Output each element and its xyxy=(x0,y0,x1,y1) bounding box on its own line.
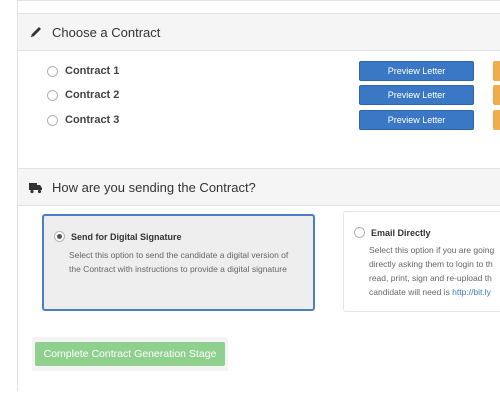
complete-stage-container: Complete Contract Generation Stage xyxy=(32,337,228,371)
contract-action-button[interactable] xyxy=(493,85,500,105)
contract-option-1[interactable]: Contract 1 xyxy=(47,61,119,81)
option-description-line: Select this option to send the candidate… xyxy=(69,250,289,260)
contract-label: Contract 1 xyxy=(65,65,120,77)
contract-radio[interactable] xyxy=(47,65,58,77)
contract-action-button[interactable] xyxy=(493,110,500,130)
contract-label: Contract 3 xyxy=(65,114,120,126)
sending-method-title: How are you sending the Contract? xyxy=(52,179,256,195)
truck-icon xyxy=(29,180,43,194)
choose-contract-title: Choose a Contract xyxy=(52,24,161,40)
contract-panel: Choose a Contract Contract 1 Preview Let… xyxy=(17,0,500,391)
preview-letter-button[interactable]: Preview Letter xyxy=(359,110,474,130)
bitly-link[interactable]: http://bit.ly xyxy=(452,287,491,297)
contract-action-button[interactable] xyxy=(493,61,500,81)
email-directly-option[interactable]: Email Directly Select this option if you… xyxy=(343,211,500,312)
option-description-line: the Contract with instructions to provid… xyxy=(69,264,287,274)
contract-option-2[interactable]: Contract 2 xyxy=(47,85,119,105)
option-description-line: directly asking them to login to th xyxy=(369,259,493,269)
option-description-line: read, print, sign and re-upload th xyxy=(369,273,492,283)
pen-icon xyxy=(29,25,43,39)
contract-radio[interactable] xyxy=(47,89,58,101)
digital-signature-option[interactable]: Send for Digital Signature Select this o… xyxy=(42,214,315,311)
option-description-line: candidate will need is http://bit.ly xyxy=(369,285,494,299)
complete-contract-generation-button[interactable]: Complete Contract Generation Stage xyxy=(35,342,225,366)
contract-label: Contract 2 xyxy=(65,89,120,101)
choose-contract-header: Choose a Contract xyxy=(18,13,500,51)
contract-option-3[interactable]: Contract 3 xyxy=(47,110,119,130)
option-title: Send for Digital Signature xyxy=(71,231,182,242)
preview-letter-button[interactable]: Preview Letter xyxy=(359,61,474,81)
preview-letter-button[interactable]: Preview Letter xyxy=(359,85,474,105)
option-title: Email Directly xyxy=(371,227,431,238)
sending-method-header: How are you sending the Contract? xyxy=(18,168,500,206)
digital-signature-radio[interactable] xyxy=(54,231,65,242)
option-description-text: candidate will need is xyxy=(369,287,453,297)
option-description-line: Select this option if you are going xyxy=(369,245,495,255)
contract-radio[interactable] xyxy=(47,114,58,126)
email-directly-radio[interactable] xyxy=(354,227,365,238)
